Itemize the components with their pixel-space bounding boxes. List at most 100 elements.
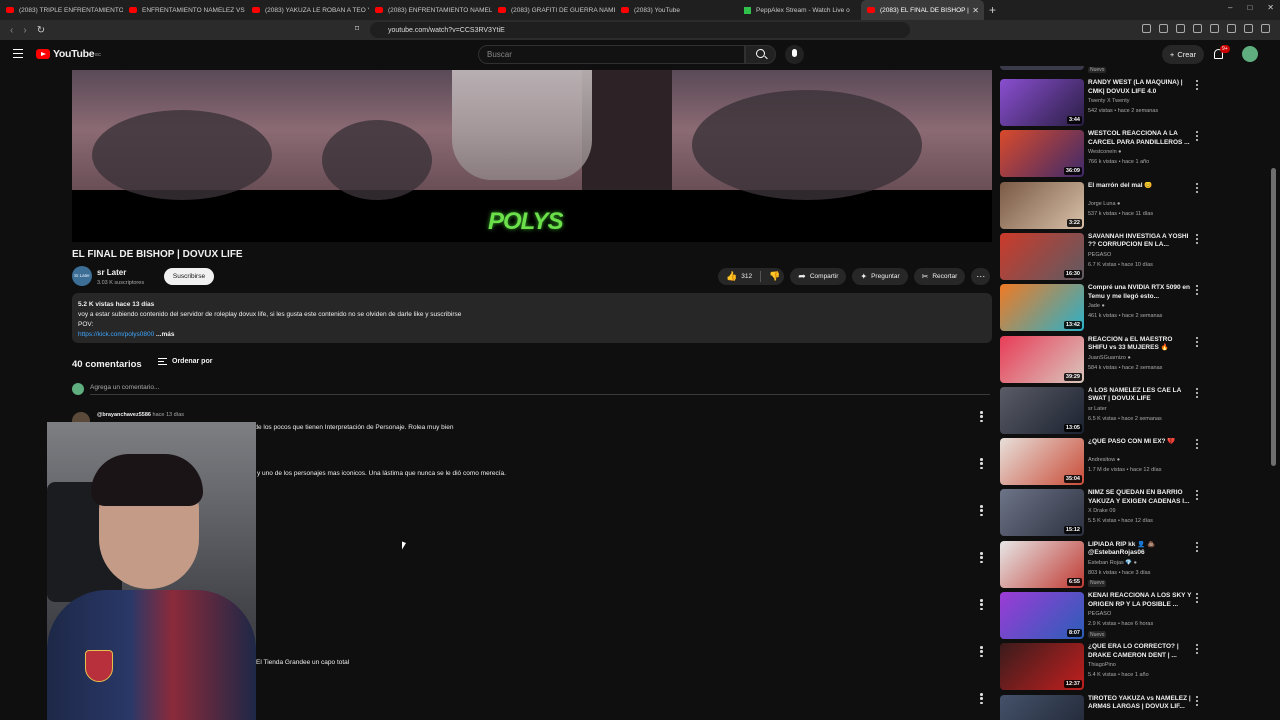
address-bar[interactable]: youtube.com/watch?v=CCS3RV3YtiE [370, 22, 910, 38]
recommended-video[interactable]: 6:55 LIPIADA RIP kk 👤 💩 @EstebanRojas06 Es… [1000, 540, 1205, 589]
recommended-video[interactable]: 12:37 ¿QUE ERA LO CORRECTO? | DRAKE CAMER… [1000, 643, 1205, 691]
create-button[interactable]: + Crear [1162, 45, 1204, 64]
comment-menu-icon[interactable] [980, 458, 983, 469]
comment-menu-icon[interactable] [980, 505, 983, 516]
scrollbar-thumb[interactable] [1271, 168, 1276, 466]
recommended-channel[interactable]: X Drake 09 [1088, 508, 1116, 514]
maximize-button[interactable]: □ [1247, 3, 1252, 12]
recommended-video[interactable]: 35:04 ¿QUÉ PASÓ CON MI EX? 💔 Andresitow ● 1… [1000, 438, 1205, 486]
microphone-icon[interactable] [785, 45, 804, 64]
browser-tab[interactable]: (2083) YouTube [615, 0, 738, 20]
back-icon[interactable]: ‹ [10, 25, 13, 36]
comment-menu-icon[interactable] [980, 411, 983, 422]
page-scrollbar[interactable] [1271, 70, 1276, 720]
extension-icon[interactable] [1210, 24, 1219, 33]
recommended-video[interactable]: 3:22 El marrón del mal 😊 Jorge Luna ● 537 k… [1000, 181, 1205, 230]
comment-menu-icon[interactable] [980, 552, 983, 563]
extension-icon[interactable] [1261, 24, 1270, 33]
video-thumbnail[interactable]: 16:30 [1000, 232, 1084, 280]
recommended-channel[interactable]: Twenty X Twenty [1088, 98, 1129, 104]
video-player[interactable]: POLYS [72, 70, 992, 242]
recommended-menu-icon[interactable] [1196, 131, 1199, 142]
add-comment-input[interactable]: Agrega un comentario... [90, 384, 990, 395]
recommended-channel[interactable]: ThiagoPino [1088, 662, 1116, 668]
recommended-video[interactable]: 36:09 WESTCOL REACCIONA A LA CARCEL PARA … [1000, 130, 1205, 178]
browser-tab[interactable]: (2083) GRAFITI DE GUERRA NAMELE [492, 0, 615, 20]
recommended-title[interactable]: KENAI REACCIONA A LOS SKY Y ORIGEN RP Y … [1088, 592, 1192, 609]
extension-icon[interactable] [1193, 24, 1202, 33]
recommended-title[interactable]: REACCIÓN a EL MAESTRO SHIFU vs 33 MUJERE… [1088, 336, 1192, 353]
recommended-video[interactable]: 16:30 SAVANNAH INVESTIGA A YOSHI ?? CORRU… [1000, 232, 1205, 281]
recommended-title[interactable]: WESTCOL REACCIONA A LA CARCEL PARA PANDI… [1088, 130, 1192, 147]
new-tab-button[interactable]: + [989, 3, 996, 17]
recommended-title[interactable]: TIROTEO YAKUZA vs NAMELEZ | ARM4S LARGAS… [1088, 695, 1192, 712]
comment-author-handle[interactable]: @brayanchavez5586 [97, 412, 151, 418]
comment-menu-icon[interactable] [980, 599, 983, 610]
thumbs-down-icon[interactable]: 👎 [769, 271, 780, 282]
close-tab-icon[interactable]: ✕ [972, 6, 979, 15]
recommended-video[interactable]: 39:29 REACCIÓN a EL MAESTRO SHIFU vs 33 M… [1000, 335, 1205, 384]
ask-button[interactable]: ✦ Preguntar [852, 268, 908, 285]
recommended-menu-icon[interactable] [1196, 182, 1199, 193]
recommended-title[interactable]: A LOS NAMELEZ LES CAE LA SWAT | DOVUX LI… [1088, 387, 1192, 404]
video-thumbnail[interactable]: 36:09 [1000, 130, 1084, 178]
share-button[interactable]: ➦ Compartir [790, 268, 847, 285]
recommended-title[interactable]: SAVANNAH INVESTIGA A YOSHI ?? CORRUPCION… [1088, 233, 1192, 250]
recommended-channel[interactable]: JuanSGuarnizo ● [1088, 355, 1131, 361]
browser-tab[interactable]: (2083) TRIPLE ENFRENTAMIENTO NA [0, 0, 123, 20]
recommended-title[interactable]: ¿QUÉ PASÓ CON MI EX? 💔 [1088, 438, 1192, 447]
recommended-title[interactable]: Compré una NVIDIA RTX 5090 en Temu y me … [1088, 284, 1192, 301]
extension-icon[interactable] [1244, 24, 1253, 33]
recommended-title[interactable]: RANDY WEST (LA MAQUINA) | CMK| DOVUX LIF… [1088, 79, 1192, 96]
recommended-channel[interactable]: Jorge Luna ● [1088, 201, 1120, 207]
account-avatar[interactable] [1242, 46, 1258, 62]
reload-icon[interactable]: ↻ [37, 25, 45, 36]
subscribe-button[interactable]: Suscribirse [164, 268, 214, 285]
browser-tab[interactable]: (2083) ENFRENTAMIENTO NAMELE [369, 0, 492, 20]
video-thumbnail[interactable]: 15:12 [1000, 489, 1084, 537]
video-thumbnail[interactable]: 3:44 [1000, 79, 1084, 126]
recommended-video[interactable]: 13:05 A LOS NAMELEZ LES CAE LA SWAT | DOV… [1000, 386, 1205, 435]
recommended-title[interactable]: LIPIADA RIP kk 👤 💩 @EstebanRojas06 [1088, 541, 1192, 558]
forward-icon[interactable]: › [23, 25, 26, 36]
close-window-button[interactable]: ✕ [1267, 3, 1274, 12]
video-thumbnail[interactable]: 8:07 [1000, 592, 1084, 639]
recommended-menu-icon[interactable] [1196, 695, 1199, 706]
browser-tab[interactable]: (2083) EL FINAL DE BISHOP | ✕ [861, 0, 984, 20]
recommended-channel[interactable]: Jade ● [1088, 303, 1105, 309]
hamburger-menu-icon[interactable] [13, 49, 23, 58]
video-description[interactable]: 5.2 K vistas hace 13 días voy a estar su… [72, 293, 992, 343]
recommended-menu-icon[interactable] [1196, 80, 1199, 90]
extension-icon[interactable] [1176, 24, 1185, 33]
recommended-channel[interactable]: PEGASO [1088, 611, 1111, 617]
channel-avatar[interactable]: Sr.Later [72, 266, 92, 286]
extension-icon[interactable] [1159, 24, 1168, 33]
video-thumbnail[interactable]: 39:29 [1000, 335, 1084, 383]
video-thumbnail[interactable]: 3:22 [1000, 181, 1084, 229]
like-button[interactable]: 👍 312 👎 [718, 268, 785, 285]
more-link[interactable]: ...más [154, 331, 174, 338]
more-actions-button[interactable]: ⋯ [971, 268, 991, 285]
recommended-channel[interactable]: Andresitow ● [1088, 457, 1120, 463]
recommended-menu-icon[interactable] [1196, 439, 1199, 450]
bookmark-icon[interactable]: ⌑ [355, 24, 359, 33]
video-thumbnail[interactable]: 35:04 [1000, 438, 1084, 486]
recommended-channel[interactable]: sr Later [1088, 406, 1107, 412]
recommended-title[interactable]: El marrón del mal 😊 [1088, 182, 1192, 191]
video-thumbnail[interactable] [1000, 694, 1084, 720]
comment-menu-icon[interactable] [980, 646, 983, 657]
recommended-menu-icon[interactable] [1196, 593, 1199, 603]
extension-icon[interactable] [1142, 24, 1151, 33]
video-thumbnail[interactable]: 12:37 [1000, 643, 1084, 691]
video-thumbnail[interactable]: 6:55 [1000, 540, 1084, 588]
recommended-video[interactable]: TIROTEO YAKUZA vs NAMELEZ | ARM4S LARGAS… [1000, 694, 1205, 720]
recommended-menu-icon[interactable] [1196, 285, 1199, 296]
recommended-video[interactable]: 15:12 NIMZ SE QUEDAN EN BARRIO YAKUZA Y E… [1000, 489, 1205, 537]
channel-name[interactable]: sr Later [97, 268, 126, 277]
recommended-menu-icon[interactable] [1196, 336, 1199, 347]
clip-button[interactable]: ✂ Recortar [913, 268, 966, 285]
recommended-menu-icon[interactable] [1196, 490, 1199, 501]
browser-tab[interactable]: ENFRENTAMIENTO NAMELEZ VS YO [123, 0, 246, 20]
search-input[interactable]: Buscar [478, 45, 745, 64]
video-thumbnail[interactable]: 13:42 [1000, 284, 1084, 332]
